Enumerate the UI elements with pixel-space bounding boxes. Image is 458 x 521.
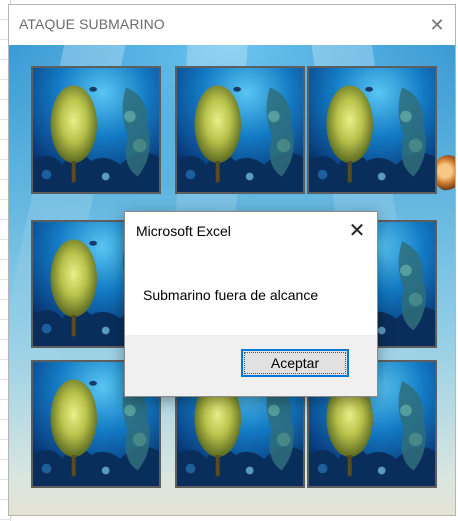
coral-reef-image — [309, 68, 435, 192]
dialog-title: Microsoft Excel — [136, 223, 231, 239]
userform-title: ATAQUE SUBMARINO — [19, 16, 165, 32]
dialog-message: Submarino fuera de alcance — [143, 287, 319, 303]
close-icon[interactable]: ✕ — [419, 5, 455, 45]
reef-card-2[interactable] — [175, 66, 305, 194]
coral-reef-image — [33, 68, 159, 192]
accept-button[interactable]: Aceptar — [241, 349, 349, 377]
userform-titlebar: ATAQUE SUBMARINO ✕ — [9, 5, 455, 45]
reef-card-1[interactable] — [31, 66, 161, 194]
reef-card-3[interactable] — [307, 66, 437, 194]
close-icon[interactable]: ✕ — [337, 212, 377, 248]
dialog-footer: Aceptar — [125, 335, 377, 396]
coral-reef-image — [177, 68, 303, 192]
message-box-dialog: Microsoft Excel ✕ Submarino fuera de alc… — [124, 211, 378, 397]
